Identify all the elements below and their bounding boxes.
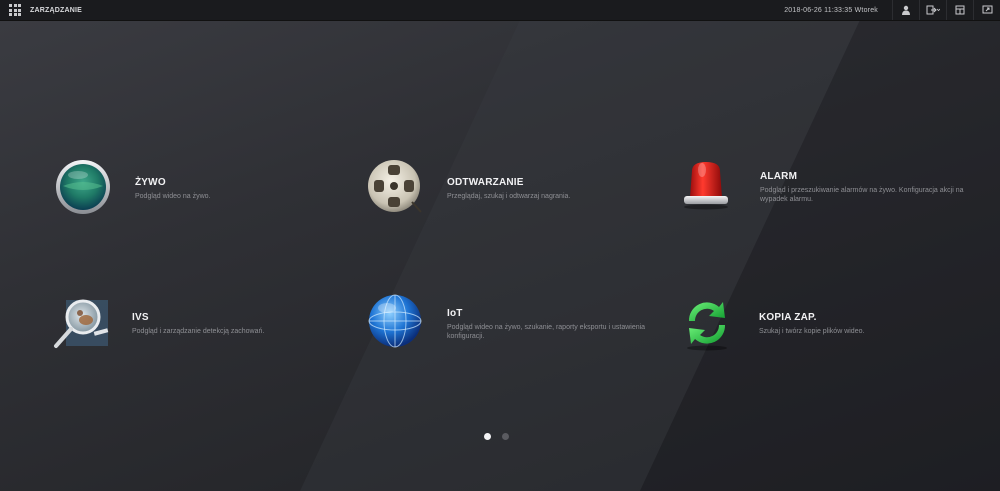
magnifier-icon [52,294,110,352]
tile-live-view[interactable]: ŻYWO Podgląd wideo na żywo. [55,158,211,216]
page-dot-2[interactable] [502,433,509,440]
tile-title: IoT [447,308,463,319]
globe-icon [367,292,425,350]
tile-title: ODTWARZANIE [447,177,524,188]
tile-alarm[interactable]: ALARM Podgląd i przeszukiwanie alarmów n… [680,154,970,212]
tile-backup[interactable]: KOPIA ZAP. Szukaj i twórz kopie plików w… [679,294,864,352]
window-icon[interactable] [946,0,973,20]
tile-description: Podgląd wideo na żywo, szukanie, raporty… [447,324,646,340]
backup-sync-icon [679,294,737,352]
tile-description: Podgląd i przeszukiwanie alarmów na żywo… [760,187,964,203]
user-icon[interactable] [892,0,919,20]
tile-title: KOPIA ZAP. [759,312,817,323]
logout-icon[interactable] [919,0,946,20]
live-view-icon [55,158,113,216]
tile-description: Szukaj i twórz kopie plików wideo. [759,328,865,335]
top-bar: ZARZĄDZANIE 2018-06-26 11:33:35 Wtorek [0,0,1000,21]
tile-title: IVS [132,312,149,323]
background [0,0,1000,491]
tile-title: ŻYWO [135,177,166,188]
film-reel-icon [367,158,425,216]
tile-title: ALARM [760,171,798,182]
main-menu-grid-icon[interactable] [9,4,21,16]
page-dot-1[interactable] [484,433,491,440]
datetime-display: 2018-06-26 11:33:35 Wtorek [784,6,878,14]
fullscreen-icon[interactable] [973,0,1000,20]
tile-ivs[interactable]: IVS Podgląd i zarządzanie detekcją zacho… [52,294,264,352]
pagination [484,433,509,440]
tile-description: Przeglądaj, szukaj i odtwarzaj nagrania. [447,193,571,200]
tile-iot[interactable]: IoT Podgląd wideo na żywo, szukanie, rap… [367,292,657,350]
tile-description: Podgląd i zarządzanie detekcją zachowań. [132,328,265,335]
alarm-siren-icon [680,154,738,212]
tile-description: Podgląd wideo na żywo. [135,193,211,200]
page-title: ZARZĄDZANIE [30,6,82,14]
tile-playback[interactable]: ODTWARZANIE Przeglądaj, szukaj i odtwarz… [367,158,570,216]
